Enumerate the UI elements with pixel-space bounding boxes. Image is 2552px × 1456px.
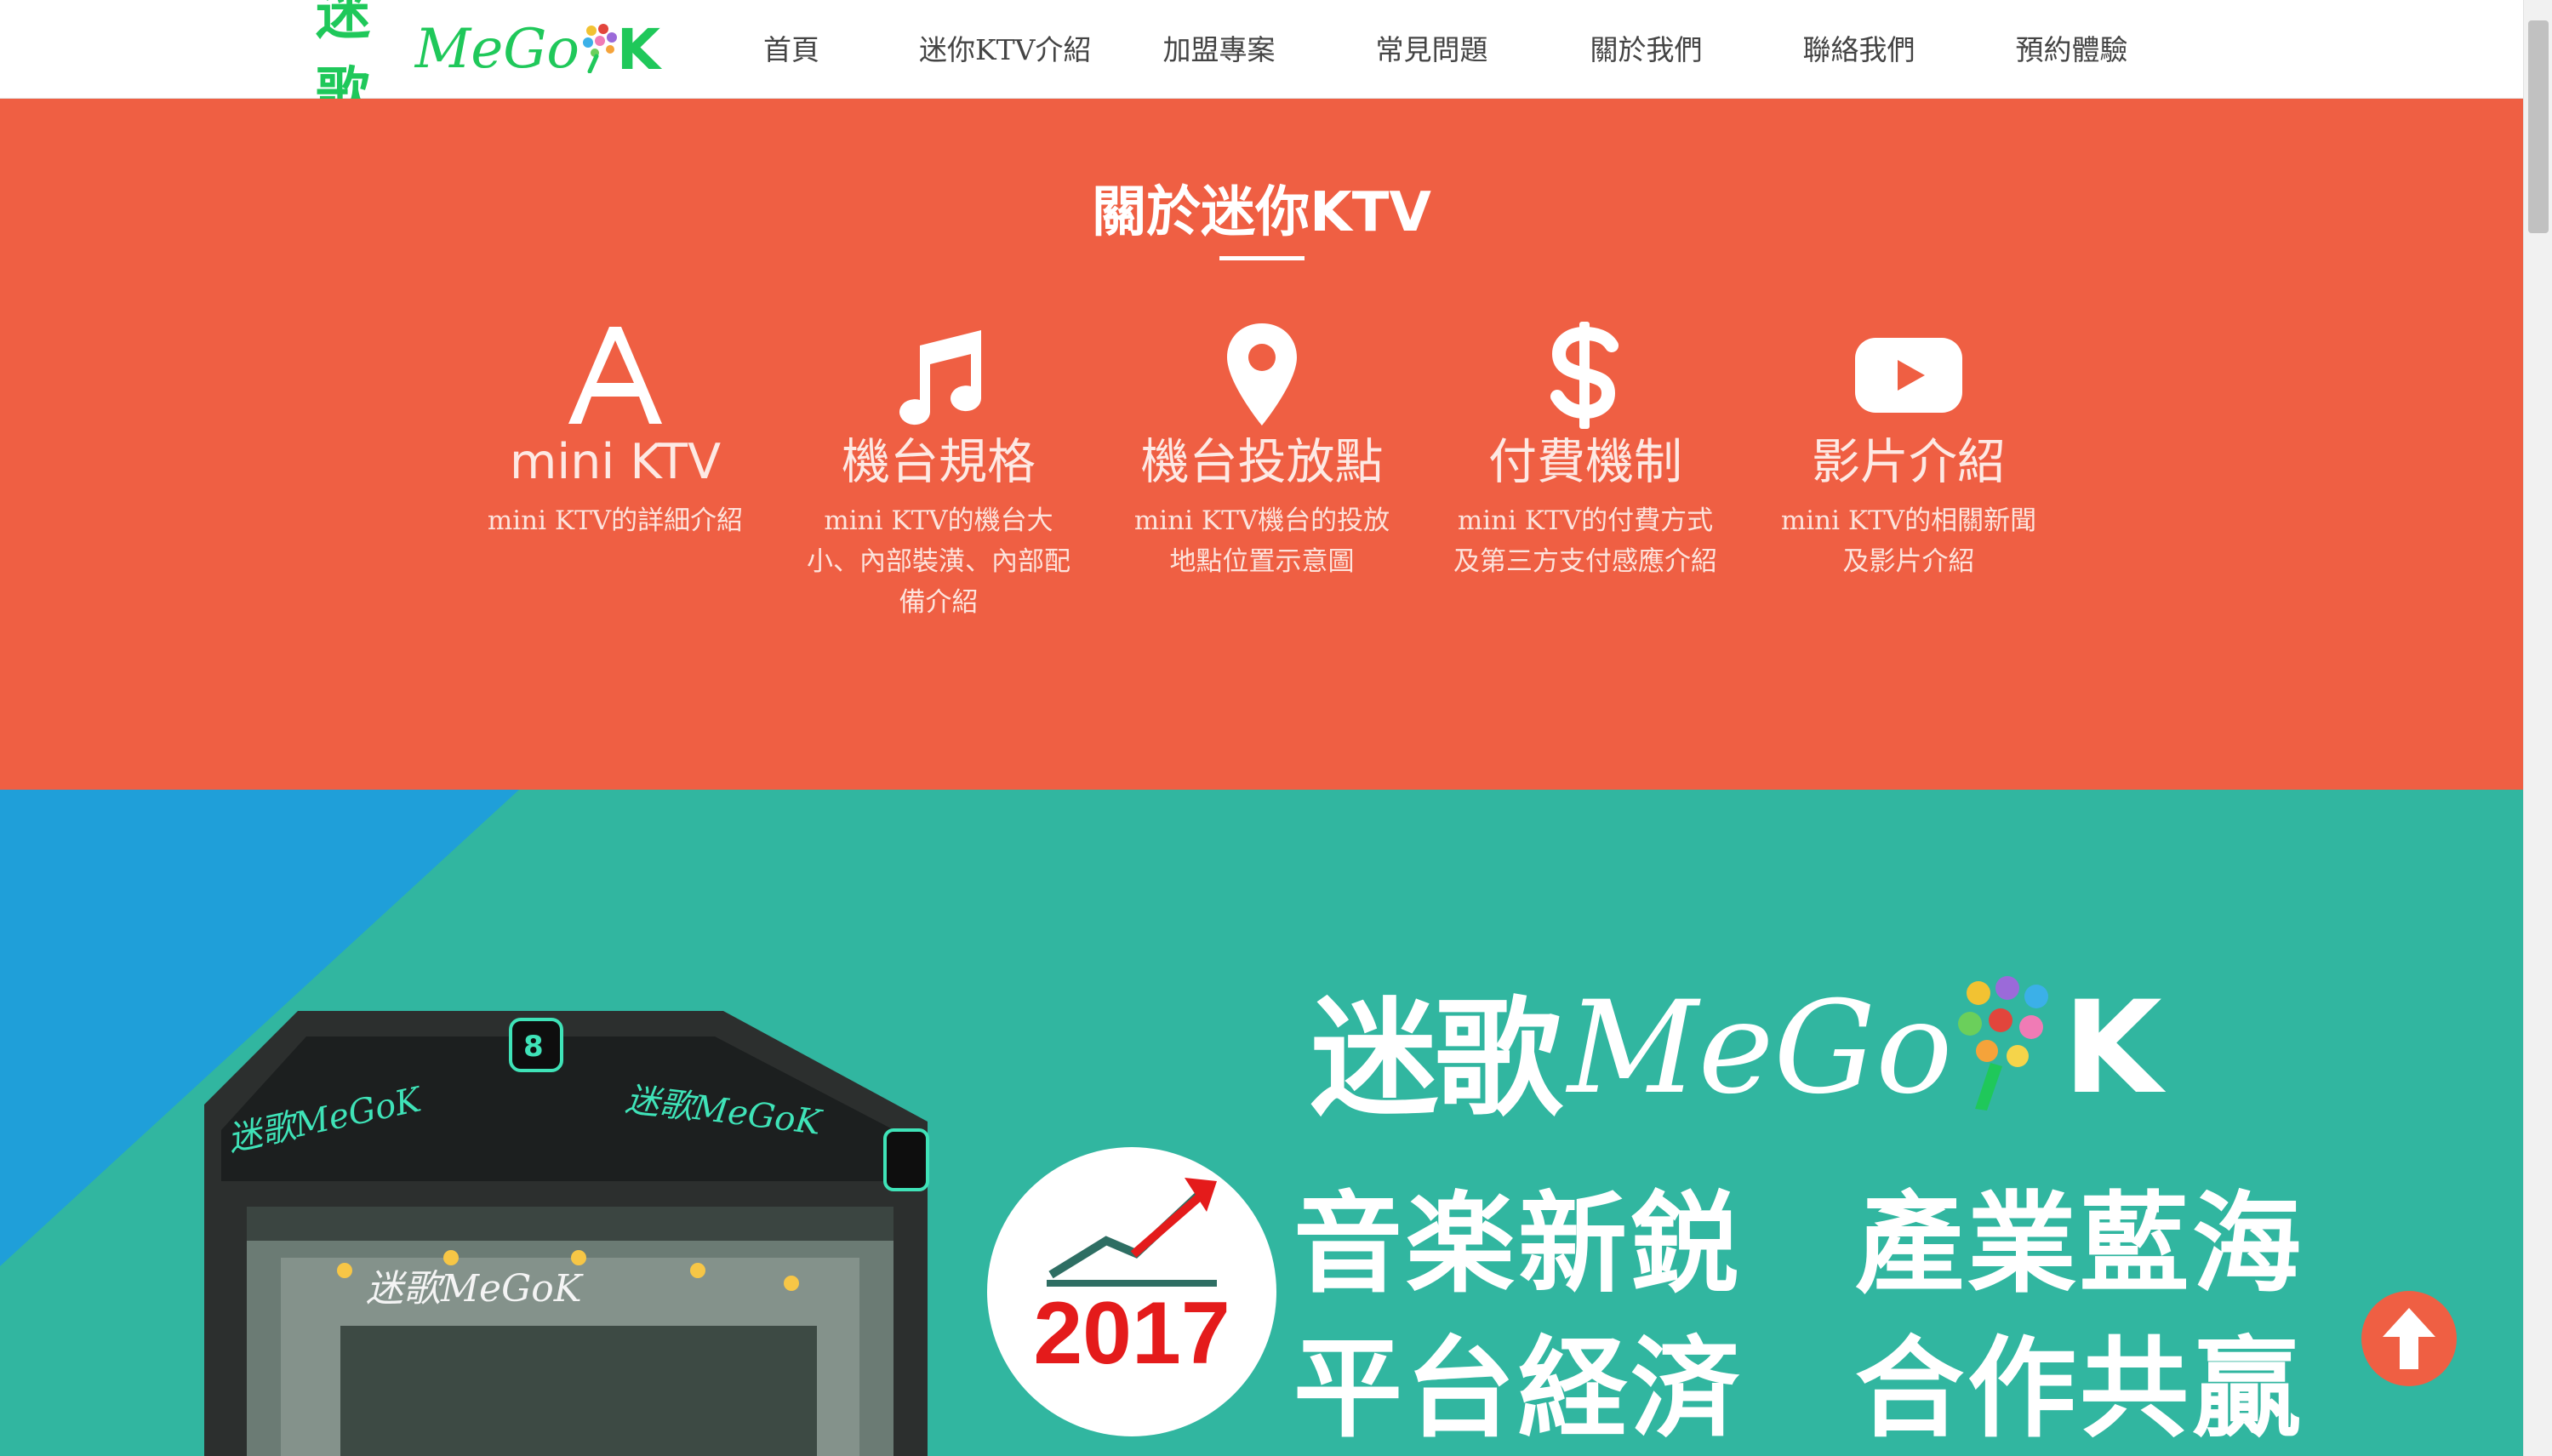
title-divider [1219, 256, 1305, 260]
logo-latin-text: MeGo [414, 18, 579, 81]
nav-about-us[interactable]: 關於我們 [1584, 0, 1708, 99]
brand-logo[interactable]: 迷歌 MeGo K [316, 0, 660, 125]
back-to-top-button[interactable] [2361, 1291, 2457, 1386]
feature-title: 機台規格 [842, 434, 1036, 490]
promo-banner: 迷歌MeGoK 迷歌MeGoK 迷歌MeGoK 8 迷歌 MeGo K 2017… [0, 790, 2523, 1456]
year-text: 2017 [1033, 1284, 1230, 1383]
slogan-line1-b: 產業藍海 [1855, 1181, 2305, 1308]
slogan-line2-a: 平台経済 [1293, 1326, 1744, 1453]
booth-logo-inner: 迷歌MeGoK [366, 1258, 582, 1312]
feature-machine-spec[interactable]: 機台規格 mini KTV的機台大小、內部裝潢、內部配備介紹 [798, 320, 1079, 623]
nav-faq[interactable]: 常見問題 [1370, 0, 1493, 99]
feature-title: mini KTV [509, 434, 722, 490]
nav-home[interactable]: 首頁 [749, 0, 834, 99]
feature-desc: mini KTV的詳細介紹 [487, 505, 744, 536]
feature-video[interactable]: 影片介紹 mini KTV的相關新聞及影片介紹 [1768, 320, 2049, 582]
dollar-icon [1445, 320, 1726, 431]
banner-logo-latin: MeGo [1567, 974, 1953, 1122]
ktv-booth-image: 迷歌MeGoK 迷歌MeGoK 迷歌MeGoK 8 [179, 1002, 945, 1456]
booth-badge: 8 [523, 1030, 544, 1064]
feature-title: 影片介紹 [1812, 434, 2006, 490]
flower-mic-icon [581, 22, 619, 77]
music-note-icon [798, 320, 1079, 431]
top-navbar: 迷歌 MeGo K 首頁 迷你KTV介紹 加盟專案 常見問題 關於我們 聯絡我們… [0, 0, 2523, 125]
banner-brand-logo: 迷歌 MeGo K [1310, 956, 2162, 1140]
nav-book-experience[interactable]: 預約體驗 [2010, 0, 2133, 99]
flower-mic-icon [1953, 974, 2064, 1122]
feature-machine-locations[interactable]: 機台投放點 mini KTV機台的投放地點位置示意圖 [1122, 320, 1402, 582]
page-scrollbar[interactable] [2523, 0, 2552, 1456]
feature-desc: mini KTV的相關新聞及影片介紹 [1780, 505, 2037, 577]
slogan-line1-a: 音楽新鋭 [1293, 1181, 1744, 1308]
feature-payment[interactable]: 付費機制 mini KTV的付費方式及第三方支付感應介紹 [1445, 320, 1726, 582]
slogan-line2-b: 合作共贏 [1855, 1326, 2305, 1453]
nav-franchise[interactable]: 加盟專案 [1157, 0, 1281, 99]
nav-mini-ktv-intro[interactable]: 迷你KTV介紹 [919, 0, 1092, 99]
feature-desc: mini KTV的機台大小、內部裝潢、內部配備介紹 [807, 505, 1070, 618]
font-icon [475, 320, 756, 431]
arrow-up-icon [2383, 1308, 2435, 1369]
feature-desc: mini KTV的付費方式及第三方支付感應介紹 [1453, 505, 1717, 577]
feature-title: 付費機制 [1488, 434, 1682, 490]
about-mini-ktv-section: 關於迷你KTV mini KTV mini KTV的詳細介紹 機台規格 mini… [0, 99, 2523, 790]
section-title: 關於迷你KTV [1092, 181, 1431, 244]
youtube-icon [1768, 320, 2049, 431]
scrollbar-thumb[interactable] [2528, 20, 2549, 233]
logo-k-text: K [616, 16, 660, 83]
map-marker-icon [1122, 320, 1402, 431]
booth-logo-k: K [792, 1100, 824, 1143]
banner-logo-k: K [2063, 974, 2162, 1122]
feature-desc: mini KTV機台的投放地點位置示意圖 [1133, 505, 1390, 577]
feature-mini-ktv[interactable]: mini KTV mini KTV的詳細介紹 [475, 320, 756, 541]
feature-title: 機台投放點 [1140, 434, 1384, 490]
nav-contact-us[interactable]: 聯絡我們 [1797, 0, 1921, 99]
banner-logo-cjk: 迷歌 [1310, 984, 1562, 1133]
booth-logo-text: 迷歌MeGo [366, 1267, 554, 1310]
booth-logo-k: K [553, 1267, 582, 1310]
